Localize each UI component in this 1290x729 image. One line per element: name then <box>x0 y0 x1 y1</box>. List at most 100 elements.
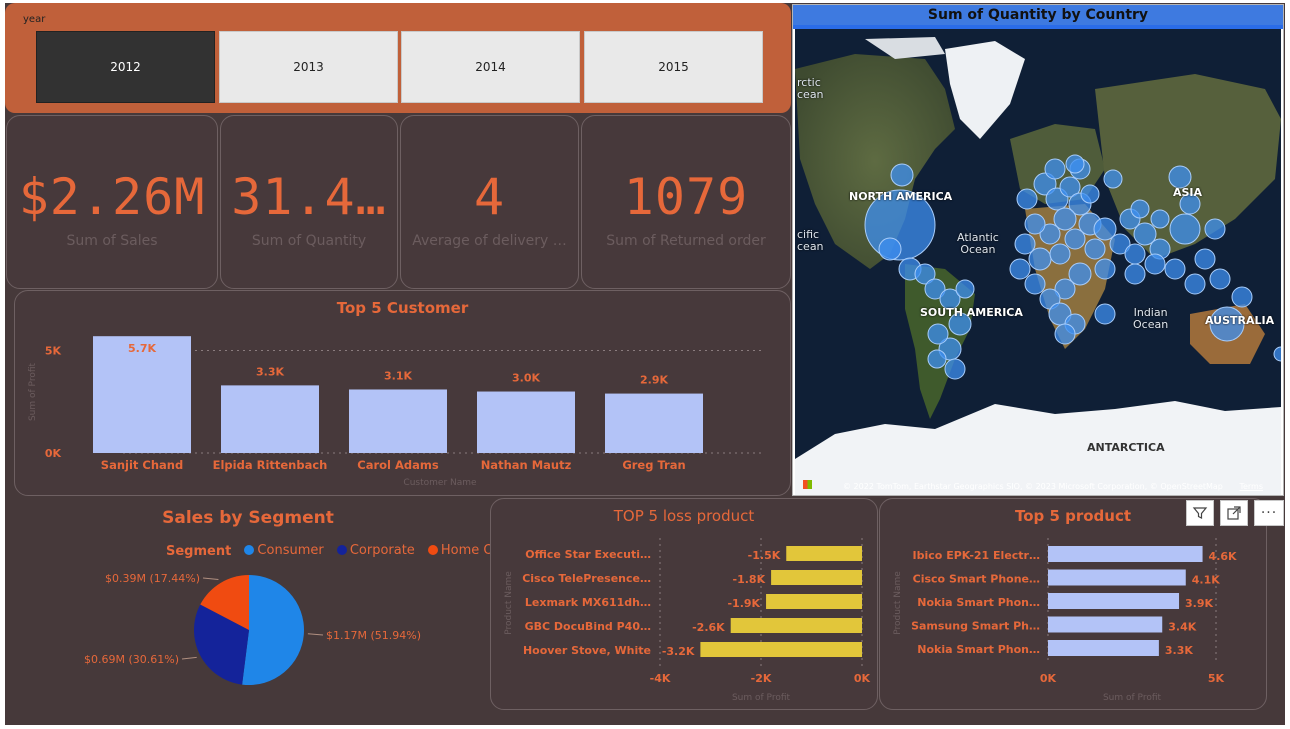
map-title: Sum of Quantity by Country <box>793 5 1283 25</box>
y-tick-label: GBC DocuBind P40… <box>525 620 651 633</box>
x-tick-label: Nathan Mautz <box>481 458 572 472</box>
bar[interactable] <box>771 570 862 585</box>
map-svg <box>795 29 1281 495</box>
kpi-value: 31.4… <box>231 168 387 226</box>
slicer-option-2012[interactable]: 2012 <box>36 31 215 103</box>
segment-pie-chart[interactable]: Sales by Segment Segment Consumer Corpor… <box>6 498 521 710</box>
loss-bar-svg: -4K -2K 0K Office Star Executi… -1.5K Cisco T… <box>504 538 871 703</box>
x-tick-label: Sanjit Chand <box>101 458 183 472</box>
focus-mode-icon[interactable] <box>1220 500 1248 526</box>
y-axis-label: Sum of Profit <box>28 363 38 422</box>
bar[interactable] <box>1048 546 1203 562</box>
bar[interactable] <box>1048 569 1186 586</box>
data-label: 3.9K <box>1185 597 1213 610</box>
kpi-value: $2.26M <box>18 168 206 226</box>
data-label: 5.7K <box>128 342 156 355</box>
slicer-option-2013[interactable]: 2013 <box>219 31 398 103</box>
y-tick-label: Cisco TelePresence… <box>522 572 651 585</box>
x-tick-label: Carol Adams <box>357 458 439 472</box>
map-attribution: © 2022 TomTom, Earthstar Geographics SIO… <box>843 482 1263 491</box>
microsoft-logo-icon <box>803 480 812 489</box>
data-label: -2.6K <box>692 621 725 634</box>
map-label-south-america: SOUTH AMERICA <box>920 306 1023 319</box>
data-label: 4.6K <box>1209 550 1237 563</box>
data-label: 3.3K <box>256 365 284 378</box>
top-product-chart[interactable]: Top 5 product 0K 5K Ibico EPK-21 Electr… 4.… <box>879 498 1267 710</box>
bar[interactable] <box>1048 640 1159 656</box>
kpi-card-quantity[interactable]: 31.4… Sum of Quantity <box>220 115 398 289</box>
x-tick-label: -2K <box>751 672 772 685</box>
kpi-value: 4 <box>473 168 506 226</box>
slicer-title: year <box>23 14 46 25</box>
y-axis-label: Product Name <box>893 571 903 635</box>
slicer-option-2014[interactable]: 2014 <box>401 31 580 103</box>
y-tick-label: 5K <box>45 345 62 358</box>
data-label: 3.1K <box>384 369 412 382</box>
map-label-antarctica: ANTARCTICA <box>1087 441 1165 454</box>
data-label: $0.39M (17.44%) <box>105 572 200 585</box>
loss-product-chart[interactable]: TOP 5 loss product -4K -2K 0K Office Star E… <box>490 498 878 710</box>
bar[interactable] <box>221 385 319 453</box>
map-label-north-america: NORTH AMERICA <box>849 190 953 203</box>
data-label: 3.3K <box>1165 644 1193 657</box>
customer-bar-svg: 0K 5K 5.7K Sanjit Chand 3.3K Elpida Rittenbac… <box>28 336 763 488</box>
kpi-label: Average of delivery … <box>412 233 567 249</box>
y-tick-label: Lexmark MX611dh… <box>525 596 651 609</box>
bar[interactable] <box>786 546 862 561</box>
kpi-card-delivery[interactable]: 4 Average of delivery … <box>400 115 579 289</box>
x-tick-label: Elpida Rittenbach <box>213 458 328 472</box>
product-bar-svg: 0K 5K Ibico EPK-21 Electr… 4.6K Cisco Smart … <box>893 538 1237 703</box>
data-label: -1.8K <box>733 573 766 586</box>
data-label: 3.4K <box>1168 621 1196 634</box>
bar[interactable] <box>605 393 703 453</box>
kpi-card-sales[interactable]: $2.26M Sum of Sales <box>6 115 218 289</box>
kpi-value: 1079 <box>623 168 749 226</box>
map-label-atlantic-ocean: Atlantic Ocean <box>957 231 999 256</box>
data-label: -1.5K <box>748 549 781 562</box>
map-label-pacific-ocean: cific cean <box>797 228 824 253</box>
y-tick-label: 0K <box>45 447 62 460</box>
map-label-australia: AUSTRALIA <box>1205 314 1275 327</box>
bar[interactable] <box>730 618 862 633</box>
pie-slice[interactable] <box>242 575 304 685</box>
more-options-icon[interactable]: ··· <box>1254 500 1284 526</box>
y-tick-label: Nokia Smart Phon… <box>917 596 1040 609</box>
y-tick-label: Hoover Stove, White <box>523 644 651 657</box>
x-axis-label: Customer Name <box>403 478 477 488</box>
leader-line <box>307 633 324 636</box>
map-label-indian-ocean: Indian Ocean <box>1133 306 1169 331</box>
data-label: $1.17M (51.94%) <box>326 629 421 642</box>
top-customer-chart[interactable]: Top 5 Customer 0K 5K 5.7K Sanjit Chand 3.3K E… <box>14 290 791 496</box>
y-tick-label: Office Star Executi… <box>525 548 651 561</box>
data-label: $0.69M (30.61%) <box>84 653 179 666</box>
bar[interactable] <box>766 594 862 609</box>
x-axis-label: Sum of Profit <box>732 693 791 703</box>
map-terms-link[interactable]: Terms <box>1239 482 1263 491</box>
map-visual[interactable]: Sum of Quantity by Country NORTH AMERICA… <box>792 4 1284 496</box>
y-tick-label: Cisco Smart Phone… <box>913 573 1040 586</box>
map-label-asia: ASIA <box>1173 186 1203 199</box>
bar[interactable] <box>700 642 862 657</box>
y-tick-label: Nokia Smart Phon… <box>917 643 1040 656</box>
kpi-label: Sum of Returned order <box>606 233 766 249</box>
bar[interactable] <box>1048 616 1163 633</box>
x-tick-label: -4K <box>650 672 671 685</box>
x-tick-label: 0K <box>1040 672 1057 685</box>
pie-svg: $1.17M (51.94%) $0.69M (30.61%) $0.39M (17… <box>84 572 421 685</box>
leader-line <box>202 577 219 581</box>
map-attribution-text: © 2022 TomTom, Earthstar Geographics SIO… <box>843 482 1223 491</box>
kpi-card-returned[interactable]: 1079 Sum of Returned order <box>581 115 791 289</box>
slicer-option-2015[interactable]: 2015 <box>584 31 763 103</box>
x-tick-label: 0K <box>854 672 871 685</box>
map-canvas[interactable]: NORTH AMERICA SOUTH AMERICA ASIA AUSTRAL… <box>795 29 1281 495</box>
bar[interactable] <box>349 389 447 453</box>
filter-icon[interactable] <box>1186 500 1214 526</box>
data-label: 4.1K <box>1192 574 1220 587</box>
y-axis-label: Product Name <box>504 571 514 635</box>
bar[interactable] <box>477 391 575 453</box>
year-slicer: year 2012 2013 2014 2015 <box>5 3 791 113</box>
leader-line <box>181 656 197 660</box>
bar[interactable] <box>1048 593 1180 609</box>
data-label: -1.9K <box>727 597 760 610</box>
x-tick-label: 5K <box>1208 672 1225 685</box>
